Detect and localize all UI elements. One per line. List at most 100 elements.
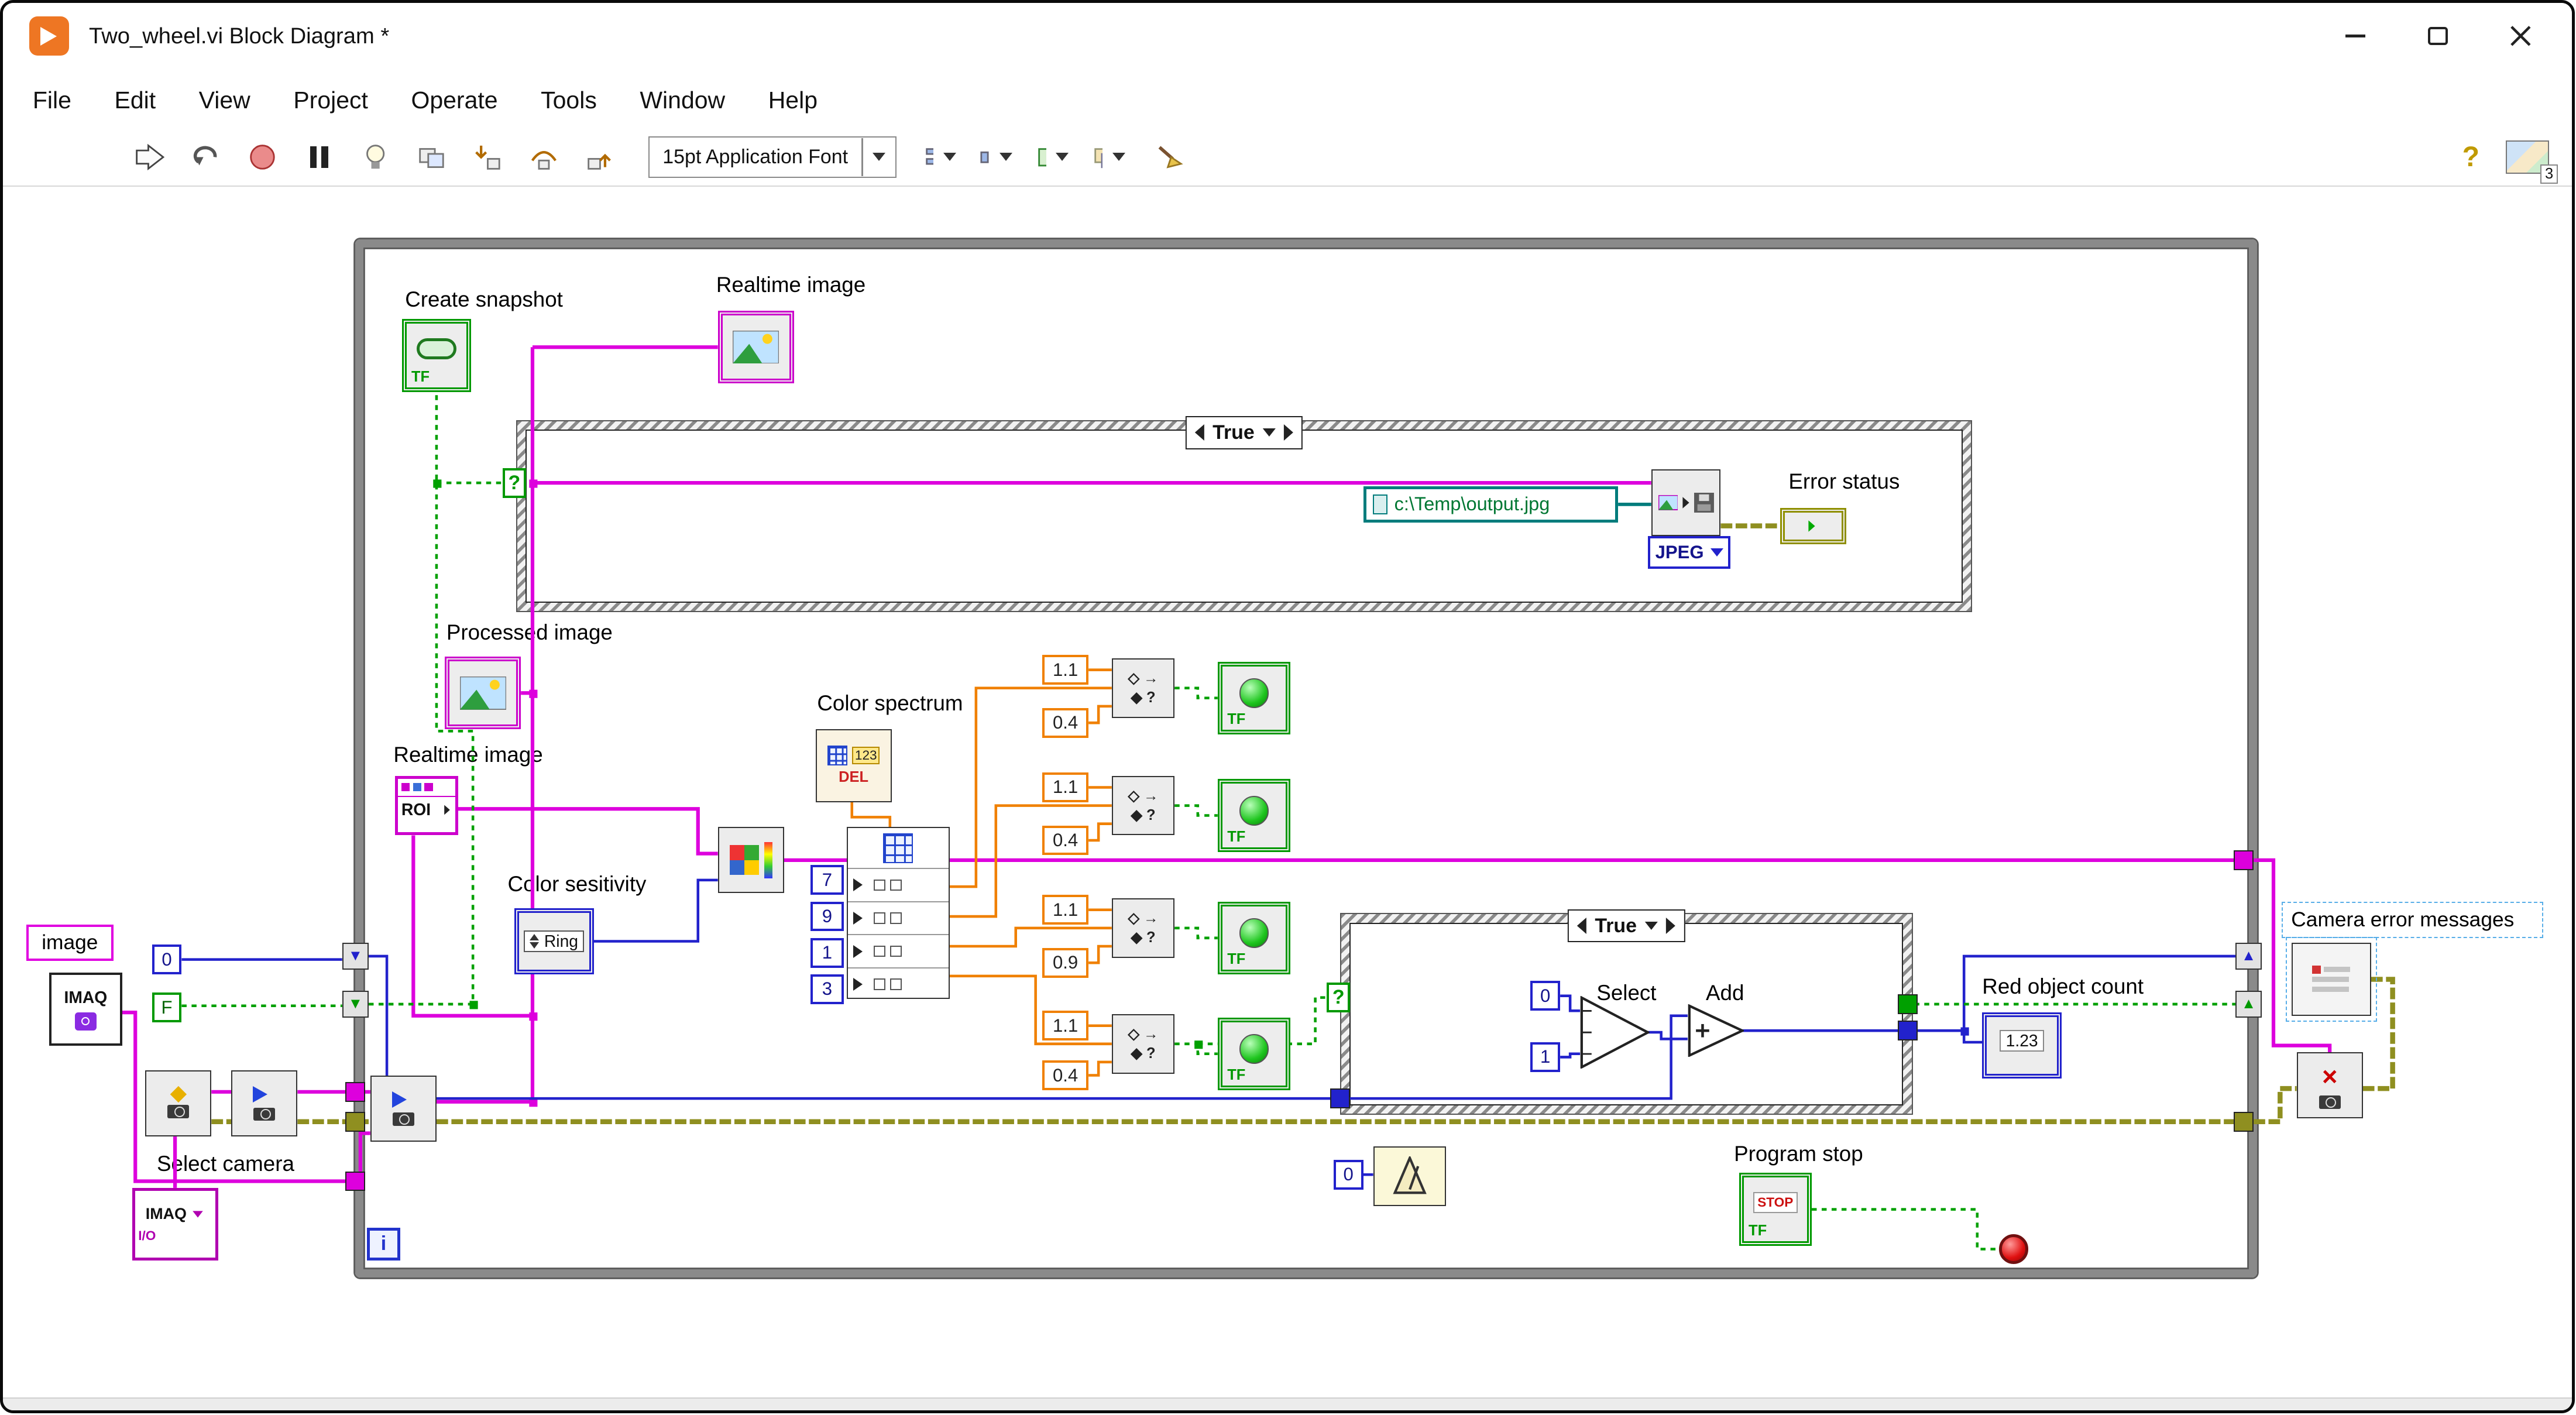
- wire-add-to-indicator: [1740, 1031, 1982, 1042]
- realtime-image-top-indicator[interactable]: [718, 311, 794, 383]
- threshold-hi-1[interactable]: 1.1: [1042, 655, 1088, 685]
- property-row[interactable]: ROI: [398, 797, 455, 820]
- threshold-unbundle-node[interactable]: [847, 827, 949, 999]
- cluster-grid-icon: [883, 833, 913, 863]
- imaq-write-file-node[interactable]: [1651, 469, 1721, 535]
- wait-constant[interactable]: 0: [1334, 1160, 1363, 1190]
- threshold-lo-3[interactable]: 0.9: [1042, 948, 1088, 978]
- threshold-hi-4[interactable]: 1.1: [1042, 1011, 1088, 1040]
- disk-icon: [1694, 493, 1714, 513]
- threshold-hi-3[interactable]: 1.1: [1042, 895, 1088, 925]
- led-icon: [1239, 796, 1269, 826]
- false-constant[interactable]: F: [152, 992, 182, 1022]
- loop-iteration-terminal[interactable]: i: [367, 1228, 400, 1261]
- tunnel-count-out[interactable]: [1898, 1021, 1918, 1040]
- image-thumbnail-icon: [460, 676, 506, 710]
- program-stop-button[interactable]: STOP TF: [1739, 1173, 1812, 1245]
- channel-constant-4[interactable]: 3: [810, 974, 844, 1004]
- tunnel-count-in[interactable]: [1330, 1088, 1350, 1108]
- create-snapshot-button[interactable]: TF: [402, 319, 472, 391]
- color-sensitivity-ring[interactable]: Ring: [514, 908, 594, 974]
- case-prev-icon[interactable]: [1195, 424, 1204, 441]
- wire-bool-stop-to-terminal: [1812, 1210, 1999, 1249]
- wire-spectrum-to-unbundle: [852, 802, 890, 827]
- processed-image-indicator[interactable]: [445, 657, 521, 729]
- color-quadrant-icon: [730, 845, 760, 875]
- select-constant-1[interactable]: 1: [1530, 1042, 1560, 1072]
- output-path-constant[interactable]: c:\Temp\output.jpg: [1363, 486, 1619, 523]
- in-range-node-1[interactable]: [1112, 658, 1174, 718]
- threshold-lo-1[interactable]: 0.4: [1042, 708, 1088, 738]
- threshold-lo-2[interactable]: 0.4: [1042, 826, 1088, 856]
- spectrum-icon-row: 123: [827, 746, 880, 765]
- color-spectrum-node[interactable]: 123 DEL: [816, 729, 892, 802]
- tunnel-session-in[interactable]: [345, 1082, 365, 1102]
- threshold-hi-2[interactable]: 1.1: [1042, 772, 1088, 802]
- wire-unbundle-out3: [950, 928, 1112, 946]
- unbundle-header: [848, 828, 948, 868]
- in-range-node-2[interactable]: [1112, 776, 1174, 836]
- jpeg-format-constant[interactable]: JPEG: [1648, 536, 1730, 569]
- case-count-question-terminal[interactable]: ?: [1327, 983, 1350, 1012]
- stop-button-glyph: STOP: [1753, 1192, 1798, 1213]
- add-function-node[interactable]: [1688, 1004, 1744, 1057]
- imaqdx-open-camera-node[interactable]: [145, 1070, 211, 1136]
- channel-constant-3[interactable]: 1: [810, 938, 844, 968]
- led-indicator-4[interactable]: TF: [1218, 1018, 1290, 1090]
- chevron-down-icon[interactable]: [1263, 428, 1276, 437]
- tunnel-error-out[interactable]: [2234, 1112, 2254, 1132]
- wire-error-main: [437, 1088, 2297, 1122]
- channel-constant-1[interactable]: 7: [810, 865, 844, 895]
- roi-property-node[interactable]: ROI: [395, 776, 458, 836]
- case-prev-icon[interactable]: [1577, 918, 1586, 934]
- select-camera-control[interactable]: IMAQ I/O: [132, 1188, 218, 1261]
- camera-icon: [393, 1112, 414, 1126]
- select-function-node[interactable]: [1580, 996, 1650, 1069]
- led-indicator-1[interactable]: TF: [1218, 662, 1290, 734]
- red-object-count-indicator[interactable]: 1.23: [1982, 1012, 2062, 1079]
- imaq-label: IMAQ: [64, 988, 107, 1007]
- camera-error-messages-indicator[interactable]: [2292, 943, 2371, 1015]
- case-next-icon[interactable]: [1666, 918, 1675, 934]
- threshold-lo-4[interactable]: 0.4: [1042, 1060, 1088, 1090]
- imaqdx-configure-grab-node[interactable]: [231, 1070, 297, 1136]
- imaq-image-constant[interactable]: IMAQ: [49, 973, 122, 1045]
- case-save-selector-label: True: [1213, 421, 1255, 444]
- camera-name-row[interactable]: IMAQ: [138, 1205, 212, 1223]
- loop-condition-terminal[interactable]: [1999, 1234, 2029, 1264]
- roi-property-label: ROI: [401, 800, 431, 819]
- io-type-label: I/O: [138, 1228, 212, 1244]
- chevron-down-icon[interactable]: [1645, 922, 1658, 930]
- case-count-selector[interactable]: True: [1568, 909, 1685, 943]
- wait-ms-node[interactable]: [1373, 1146, 1446, 1206]
- led-indicator-2[interactable]: TF: [1218, 779, 1290, 851]
- case-next-icon[interactable]: [1284, 424, 1293, 441]
- arrow-right-icon: [444, 805, 450, 815]
- unbundle-row: [848, 901, 948, 935]
- camera-icon: [253, 1108, 275, 1121]
- unbundle-row: [848, 868, 948, 901]
- shift-register-right-boolean[interactable]: [2235, 991, 2262, 1017]
- ring-control[interactable]: Ring: [524, 930, 585, 952]
- wire-bool-led1: [1174, 688, 1218, 698]
- tunnel-session-out[interactable]: [2234, 850, 2254, 870]
- case-save-question-terminal[interactable]: ?: [503, 468, 526, 498]
- shift-register-left-numeric[interactable]: [342, 943, 369, 969]
- in-range-node-4[interactable]: [1112, 1014, 1174, 1074]
- tunnel-bool-out[interactable]: [1898, 994, 1918, 1014]
- imaqdx-grab-node[interactable]: [370, 1076, 437, 1142]
- in-range-node-3[interactable]: [1112, 898, 1174, 958]
- imaqdx-close-camera-node[interactable]: [2297, 1052, 2363, 1118]
- image-thumbnail-icon: [733, 331, 779, 364]
- channel-constant-2[interactable]: 9: [810, 902, 844, 932]
- shift-register-right-numeric[interactable]: [2235, 943, 2262, 969]
- case-save-selector[interactable]: True: [1186, 416, 1303, 449]
- led-indicator-3[interactable]: TF: [1218, 902, 1290, 974]
- select-constant-0[interactable]: 0: [1530, 981, 1560, 1011]
- tunnel-image-in[interactable]: [345, 1172, 365, 1191]
- error-status-indicator[interactable]: [1780, 508, 1846, 544]
- color-threshold-node[interactable]: [718, 827, 784, 893]
- shift-register-left-boolean[interactable]: [342, 991, 369, 1017]
- count-init-constant[interactable]: 0: [152, 945, 182, 974]
- tunnel-error-in[interactable]: [345, 1112, 365, 1132]
